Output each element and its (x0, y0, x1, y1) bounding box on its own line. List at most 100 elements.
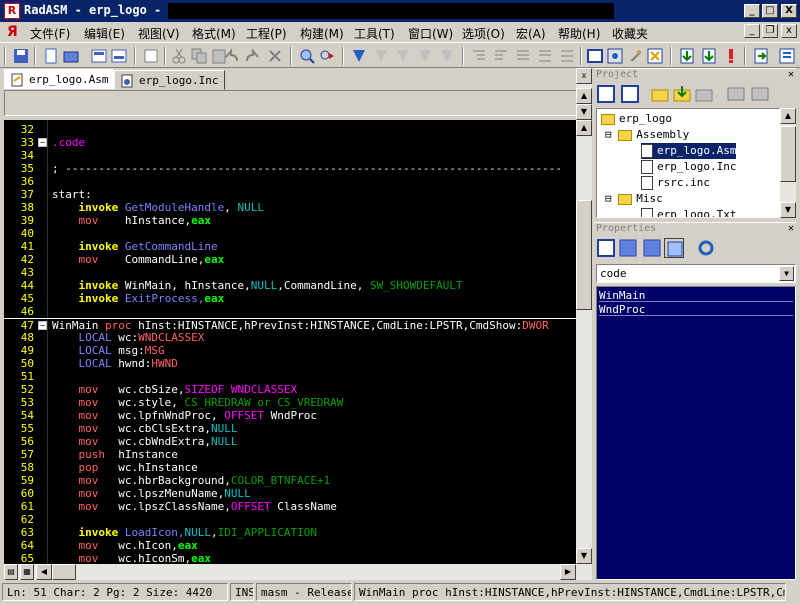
options-icon[interactable] (646, 47, 664, 65)
code-line[interactable]: 36 (4, 175, 576, 188)
build-icon[interactable] (700, 47, 718, 65)
tree-file-inc[interactable]: erp_logo.Inc (641, 159, 736, 175)
find-icon[interactable] (298, 47, 316, 65)
menu-edit[interactable]: 编辑(E) (84, 25, 125, 42)
code-line[interactable]: 45 invoke ExitProcess,eax (4, 292, 576, 305)
code-line[interactable]: 50 LOCAL hwnd:HWND (4, 357, 576, 370)
redo-icon[interactable] (244, 47, 262, 65)
scroll-up-icon[interactable]: ▲ (576, 120, 592, 136)
editor-horizontal-scrollbar[interactable]: ▤ ▦ ◀ ▶ (4, 564, 592, 580)
run-icon[interactable] (722, 47, 740, 65)
cut-icon[interactable] (170, 47, 188, 65)
mdi-restore-button[interactable]: ❐ (762, 24, 778, 38)
tools-icon[interactable] (626, 47, 644, 65)
properties-close-icon[interactable]: ✕ (788, 223, 794, 234)
code-line[interactable]: 43 (4, 266, 576, 279)
code-line[interactable]: 38 invoke GetModuleHandle, NULL (4, 201, 576, 214)
convert-case-icon[interactable] (558, 47, 576, 65)
code-line[interactable]: 59 mov wc.hbrBackground,COLOR_BTNFACE+1 (4, 474, 576, 487)
minimize-button[interactable]: _ (744, 4, 760, 18)
tab-scroll-close-icon[interactable]: x (576, 68, 592, 84)
add-folder-icon[interactable] (650, 84, 670, 104)
code-line[interactable]: 65 mov wc.hIconSm,eax (4, 552, 576, 564)
code-line[interactable]: 54 mov wc.lpfnWndProc, OFFSET WndProc (4, 409, 576, 422)
project-nav-next-icon[interactable] (750, 84, 770, 104)
menu-view[interactable]: 视图(V) (138, 25, 180, 42)
tree-file-txt[interactable]: erp_logo.Txt (641, 207, 736, 217)
code-line[interactable]: 61 mov wc.lpszClassName,OFFSET ClassName (4, 500, 576, 513)
code-line[interactable]: 34 (4, 149, 576, 162)
file-view-icon[interactable] (620, 84, 640, 104)
copy-icon[interactable] (190, 47, 208, 65)
scroll-thumb[interactable] (576, 200, 592, 310)
code-line[interactable]: 64 mov wc.hIcon,eax (4, 539, 576, 552)
editor-vertical-scrollbar[interactable]: x ▲ ▼ ▲ ▼ (576, 68, 592, 564)
info-scroll-up-icon[interactable]: ▲ (576, 88, 592, 104)
fold-toggle-icon[interactable]: − (38, 138, 47, 147)
code-line[interactable]: 42 mov CommandLine,eax (4, 253, 576, 266)
tab-erp-logo-inc[interactable]: erp_logo.Inc (114, 70, 226, 90)
about-icon[interactable] (778, 47, 796, 65)
list-item[interactable]: WndProc (599, 303, 793, 316)
save-icon[interactable] (12, 47, 30, 65)
menu-file[interactable]: 文件(F) (30, 25, 70, 42)
fold-toggle-icon[interactable]: − (38, 321, 47, 330)
code-line[interactable]: 51 (4, 370, 576, 383)
find-next-icon[interactable] (318, 47, 336, 65)
dialog-editor-icon[interactable] (586, 47, 604, 65)
tree-file-rsrc[interactable]: rsrc.inc (641, 175, 710, 191)
code-line[interactable]: 53 mov wc.style, CS_HREDRAW or CS_VREDRA… (4, 396, 576, 409)
bookmark-toggle-icon[interactable] (416, 47, 434, 65)
tree-scroll-down-icon[interactable]: ▼ (780, 202, 796, 218)
code-line[interactable]: 62 (4, 513, 576, 526)
tree-file-asm[interactable]: erp_logo.Asm (641, 143, 737, 159)
add-file-icon[interactable] (672, 84, 692, 104)
code-editor[interactable]: 32 33− .code 34 35; ------------------------… (4, 120, 576, 564)
bookmark-clear-icon[interactable] (438, 47, 456, 65)
code-line[interactable]: 48 LOCAL wc:WNDCLASSEX (4, 331, 576, 344)
mdi-minimize-button[interactable]: _ (744, 24, 760, 38)
menu-window[interactable]: 窗口(W) (408, 25, 453, 42)
bookmark-next-icon[interactable] (394, 47, 412, 65)
close-button[interactable]: X (781, 4, 797, 18)
code-line[interactable]: 60 mov wc.lpszMenuName,NULL (4, 487, 576, 500)
menu-favorites[interactable]: 收藏夹 (612, 25, 648, 42)
menu-format[interactable]: 格式(M) (192, 25, 236, 42)
split-view-icon[interactable]: ▦ (20, 564, 34, 580)
indent-icon[interactable] (470, 47, 488, 65)
menu-project[interactable]: 工程(P) (246, 25, 287, 42)
code-line[interactable]: 63 invoke LoadIcon,NULL,IDI_APPLICATION (4, 526, 576, 539)
list-item[interactable]: WinMain (599, 289, 793, 302)
code-line[interactable]: 46 (4, 305, 576, 318)
code-line[interactable]: 55 mov wc.cbClsExtra,NULL (4, 422, 576, 435)
scroll-right-icon[interactable]: ▶ (560, 564, 576, 580)
menu-tools[interactable]: 工具(T) (354, 25, 395, 42)
exit-icon[interactable] (752, 47, 770, 65)
code-line[interactable]: 49 LOCAL msg:MSG (4, 344, 576, 357)
tree-assembly-folder[interactable]: ⊟ Assembly (605, 127, 689, 143)
code-line[interactable]: 32 (4, 123, 576, 136)
new-file-icon[interactable] (42, 47, 60, 65)
tree-scrollbar[interactable]: ▲ ▼ (780, 108, 796, 218)
code-line[interactable]: 47− WinMain proc hInst:HINSTANCE,hPrevIns… (4, 318, 576, 332)
project-view-icon[interactable] (596, 84, 616, 104)
properties-list[interactable]: WinMain WndProc (596, 286, 796, 580)
assemble-icon[interactable] (678, 47, 696, 65)
delete-icon[interactable] (266, 47, 284, 65)
comment-icon[interactable] (514, 47, 532, 65)
menu-help[interactable]: 帮助(H) (558, 25, 600, 42)
tree-scroll-up-icon[interactable]: ▲ (780, 108, 796, 124)
print-icon[interactable] (142, 47, 160, 65)
undo-icon[interactable] (222, 47, 240, 65)
save-all-icon[interactable] (110, 47, 128, 65)
code-line[interactable]: 57 push hInstance (4, 448, 576, 461)
props-refresh-icon[interactable] (696, 238, 716, 258)
project-nav-prev-icon[interactable] (726, 84, 746, 104)
code-line[interactable]: 44 invoke WinMain, hInstance,NULL,Comman… (4, 279, 576, 292)
goto-icon[interactable] (350, 47, 368, 65)
props-macro-icon[interactable] (664, 238, 684, 258)
code-line[interactable]: 40 (4, 227, 576, 240)
code-line[interactable]: 58 pop wc.hInstance (4, 461, 576, 474)
scroll-down-icon[interactable]: ▼ (576, 548, 592, 564)
code-line[interactable]: 41 invoke GetCommandLine (4, 240, 576, 253)
